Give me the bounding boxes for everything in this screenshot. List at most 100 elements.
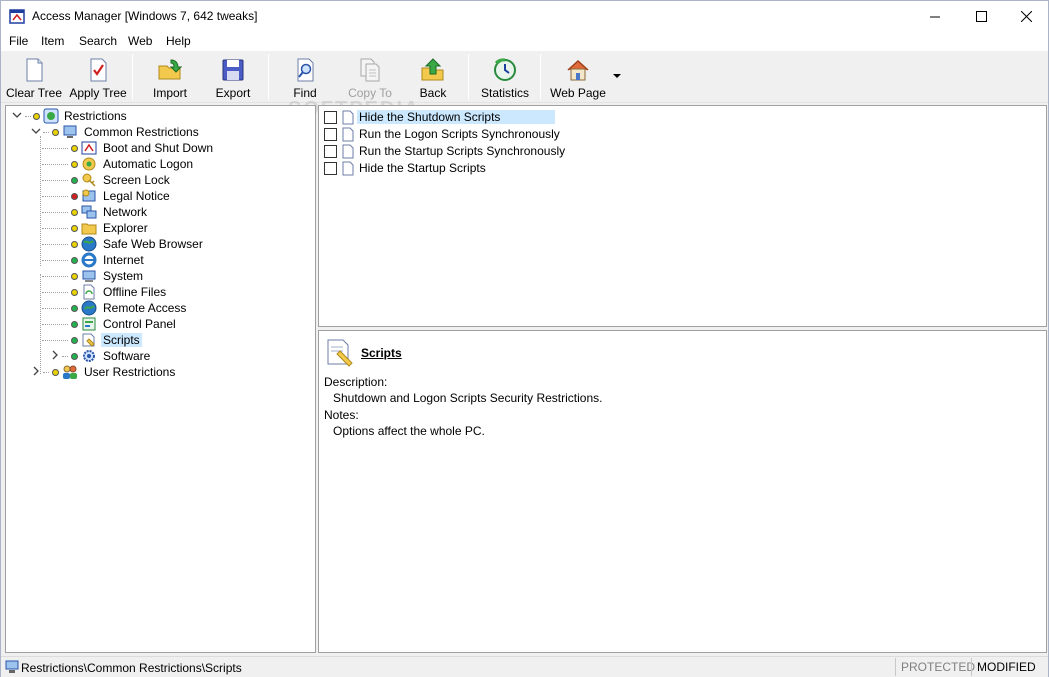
computer-icon [5,660,19,673]
menu-web[interactable]: Web [128,34,152,48]
web-page-label: Web Page [550,86,606,100]
tree-node-label: Explorer [103,221,148,235]
tree-guide-line [62,356,68,357]
tree-guide-line [42,324,68,325]
toolbar-separator [132,54,133,100]
legal-notice-icon [82,189,96,202]
app-window: Access Manager [Windows 7, 642 tweaks] F… [0,0,1049,677]
users-icon [63,365,77,379]
statistics-button[interactable]: Statistics [475,54,535,100]
restrictions-tree[interactable]: Restrictions Common Restrictions Boot an… [5,105,316,653]
web-page-dropdown-icon[interactable] [613,74,621,78]
export-button[interactable]: Export [204,54,262,100]
option-checkbox[interactable] [324,128,337,141]
status-dot-icon [71,257,78,264]
tree-node-label: Network [103,205,148,219]
remote-globe-icon [81,300,97,316]
option-checkbox[interactable] [324,162,337,175]
close-button[interactable] [1003,1,1049,32]
tree-node-label: Safe Web Browser [103,237,203,251]
status-dot-icon [71,209,78,216]
tree-node-internet[interactable]: Internet [6,252,306,268]
chevron-right-icon[interactable] [31,366,41,376]
option-label: Hide the Shutdown Scripts [357,110,555,124]
tree-guide-line [42,292,68,293]
tree-node-remote-access[interactable]: Remote Access [6,300,306,316]
tree-node-automatic-logon[interactable]: Automatic Logon [6,156,306,172]
tree-node-label: Scripts [101,333,142,347]
apply-tree-button[interactable]: Apply Tree [67,54,129,100]
list-item[interactable]: Hide the Shutdown Scripts [324,109,1024,126]
menu-search[interactable]: Search [79,34,117,48]
tree-guide-line [42,148,68,149]
scripts-icon [327,339,353,367]
maximize-icon [975,11,987,22]
tree-node-user-restrictions[interactable]: User Restrictions [6,364,306,380]
option-checkbox[interactable] [324,111,337,124]
back-button[interactable]: Back [405,54,461,100]
import-button[interactable]: Import [141,54,199,100]
chevron-down-icon[interactable] [31,126,41,136]
clear-tree-label: Clear Tree [5,86,63,100]
tree-node-label: Boot and Shut Down [103,141,214,155]
list-item[interactable]: Run the Logon Scripts Synchronously [324,126,1024,143]
offline-files-icon [83,284,95,300]
system-icon [82,270,96,282]
status-path: Restrictions\Common Restrictions\Scripts [21,661,242,675]
list-item[interactable]: Run the Startup Scripts Synchronously [324,143,1024,160]
logon-icon [82,157,96,171]
chevron-down-icon[interactable] [12,110,22,120]
tree-guide-line [42,164,68,165]
tree-node-legal-notice[interactable]: Legal Notice [6,188,306,204]
notes-label: Notes: [324,408,359,422]
tree-node-label: System [103,269,144,283]
clear-tree-button[interactable]: Clear Tree [5,54,63,100]
control-panel-icon [82,317,96,331]
software-gear-icon [83,350,95,362]
tree-node-software[interactable]: Software [6,348,306,364]
options-list[interactable]: Hide the Shutdown Scripts Run the Logon … [318,105,1047,327]
checked-page-icon [90,58,107,82]
tree-node-screen-lock[interactable]: Screen Lock [6,172,306,188]
tree-node-label: Software [103,349,151,363]
tree-node-label: Remote Access [103,301,187,315]
tree-node-boot-and-shut-down[interactable]: Boot and Shut Down [6,140,306,156]
computer-icon [63,125,77,138]
toolbar-separator [468,54,469,100]
status-dot-icon [71,145,78,152]
document-icon [342,144,354,159]
web-page-button[interactable]: Web Page [547,54,609,100]
tree-node-restrictions[interactable]: Restrictions [6,108,306,124]
menu-file[interactable]: File [9,34,28,48]
find-button[interactable]: Find [277,54,333,100]
tree-node-offline-files[interactable]: Offline Files [6,284,306,300]
menu-item[interactable]: Item [41,34,64,48]
minimize-button[interactable] [912,1,958,32]
status-dot-icon [71,161,78,168]
tree-node-system[interactable]: System [6,268,306,284]
description-panel: Scripts Description: Shutdown and Logon … [318,330,1047,653]
tree-node-explorer[interactable]: Explorer [6,220,306,236]
tree-node-common-restrictions[interactable]: Common Restrictions [6,124,306,140]
tree-guide-line [42,308,68,309]
tree-node-scripts[interactable]: Scripts [6,332,306,348]
tree-node-control-panel[interactable]: Control Panel [6,316,306,332]
list-item[interactable]: Hide the Startup Scripts [324,160,1024,177]
maximize-button[interactable] [958,1,1004,32]
tree-node-label: Screen Lock [103,173,170,187]
tree-node-label: Internet [103,253,144,267]
description-text: Shutdown and Logon Scripts Security Rest… [333,391,603,405]
close-icon [1020,11,1032,22]
option-checkbox[interactable] [324,145,337,158]
copy-to-button[interactable]: Copy To [341,54,399,100]
status-dot-icon [71,177,78,184]
chevron-right-icon[interactable] [50,350,60,360]
import-label: Import [152,86,187,100]
tree-node-safe-web-browser[interactable]: Safe Web Browser [6,236,306,252]
tree-node-network[interactable]: Network [6,204,306,220]
menu-help[interactable]: Help [166,34,191,48]
globe-icon [81,236,97,252]
blank-page-icon [26,58,43,82]
statistics-label: Statistics [480,86,529,100]
status-dot-icon [71,273,78,280]
